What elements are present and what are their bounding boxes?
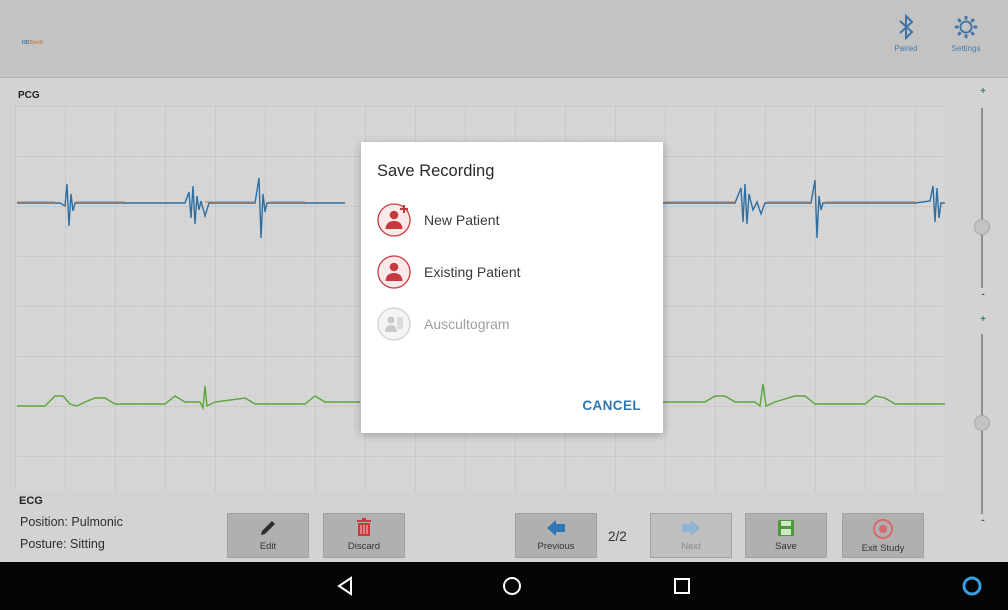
save-recording-dialog: Save Recording New Patient Existing Pati… xyxy=(361,142,663,433)
top-bar: HDSteth Paired Settings xyxy=(0,0,1008,78)
save-label: Save xyxy=(775,541,797,552)
save-button[interactable]: Save xyxy=(745,513,827,558)
edit-label: Edit xyxy=(259,541,277,552)
patient-icon xyxy=(377,255,411,289)
settings-button[interactable]: Settings xyxy=(938,12,994,68)
page-indicator: 2/2 xyxy=(608,529,627,544)
option-existing-patient[interactable]: Existing Patient xyxy=(376,252,646,292)
pencil-icon xyxy=(261,521,275,535)
ecg-gain-minus[interactable]: - xyxy=(977,515,989,526)
dialog-title: Save Recording xyxy=(377,162,495,180)
option-existing-patient-label: Existing Patient xyxy=(424,264,521,280)
cancel-button[interactable]: CANCEL xyxy=(582,398,641,413)
edit-button[interactable]: Edit xyxy=(227,513,309,558)
bluetooth-paired-button[interactable]: Paired xyxy=(878,12,934,68)
ecg-label: ECG xyxy=(19,495,43,507)
recents-icon[interactable] xyxy=(670,574,694,598)
gear-icon xyxy=(954,15,978,39)
settings-label: Settings xyxy=(951,44,981,53)
next-label: Next xyxy=(681,541,701,552)
arrow-right-icon xyxy=(682,520,700,536)
pcg-label: PCG xyxy=(18,90,40,101)
back-icon[interactable] xyxy=(334,574,358,598)
previous-label: Previous xyxy=(537,541,575,552)
exit-study-label: Exit Study xyxy=(861,543,905,554)
option-auscultogram[interactable]: Auscultogram xyxy=(376,304,646,344)
system-navigation-bar xyxy=(0,562,1008,610)
floppy-disk-icon xyxy=(778,520,794,536)
arrow-left-icon xyxy=(547,520,565,536)
pcg-gain-knob[interactable] xyxy=(974,219,990,235)
ecg-gain-slider[interactable]: + - xyxy=(966,314,998,529)
pcg-gain-slider[interactable]: + - xyxy=(966,86,998,306)
next-button[interactable]: Next xyxy=(650,513,732,558)
trash-icon xyxy=(357,518,371,536)
option-new-patient[interactable]: New Patient xyxy=(376,200,646,240)
discard-label: Discard xyxy=(347,541,381,552)
option-new-patient-label: New Patient xyxy=(424,212,500,228)
auscultogram-icon xyxy=(377,307,411,341)
ecg-gain-plus[interactable]: + xyxy=(977,314,989,325)
exit-study-button[interactable]: Exit Study xyxy=(842,513,924,558)
assistant-icon[interactable] xyxy=(960,574,984,598)
pcg-gain-track[interactable] xyxy=(981,108,983,288)
pcg-gain-minus[interactable]: - xyxy=(977,289,989,300)
previous-button[interactable]: Previous xyxy=(515,513,597,558)
bluetooth-icon xyxy=(899,14,914,40)
ecg-gain-knob[interactable] xyxy=(974,415,990,431)
pcg-gain-plus[interactable]: + xyxy=(977,86,989,97)
position-text: Position: Pulmonic xyxy=(20,515,123,529)
posture-text: Posture: Sitting xyxy=(20,537,105,551)
home-icon[interactable] xyxy=(500,574,524,598)
add-patient-icon xyxy=(377,203,411,237)
option-auscultogram-label: Auscultogram xyxy=(424,316,510,332)
paired-label: Paired xyxy=(894,44,918,53)
app-logo: HDSteth xyxy=(22,40,44,46)
discard-button[interactable]: Discard xyxy=(323,513,405,558)
power-icon xyxy=(873,519,893,539)
